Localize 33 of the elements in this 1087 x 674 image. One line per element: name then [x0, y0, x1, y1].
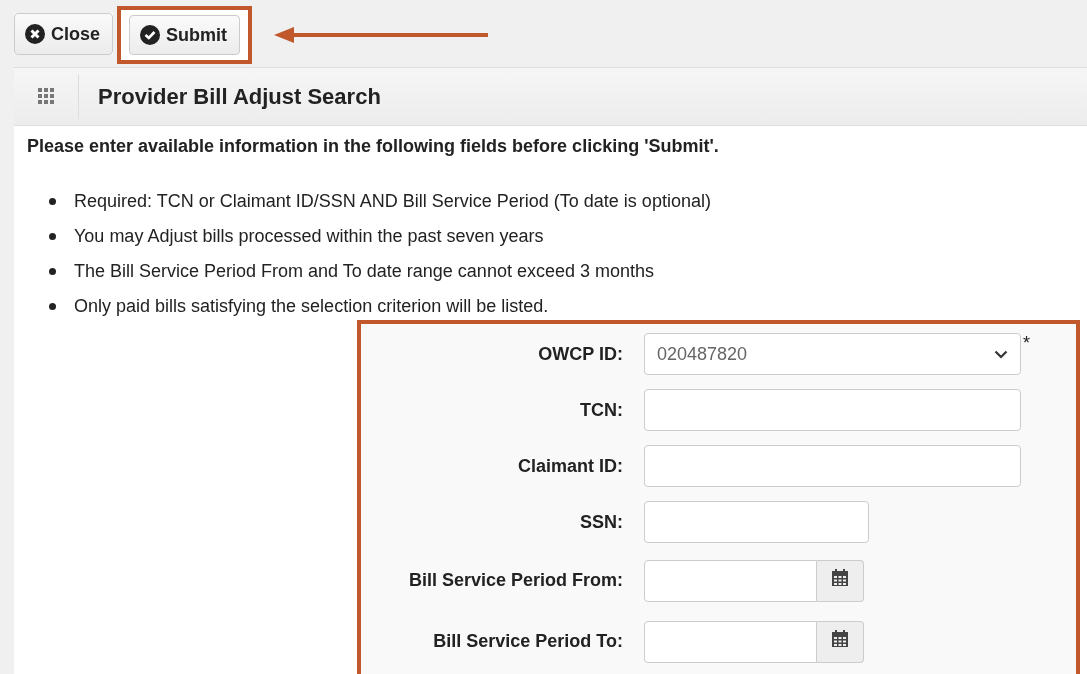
calendar-button[interactable]	[817, 559, 864, 602]
date-field[interactable]	[644, 559, 817, 602]
bullet-dot	[49, 303, 56, 310]
instruction-text: Please enter available information in the following fields before clicking 'Submit'.	[27, 136, 720, 157]
note-text: Required: TCN or Claimant ID/SSN AND Bill Service Period (To date is optional)	[74, 191, 711, 212]
note-text: Only paid bills satisfying the selection criterion will be listed.	[74, 296, 549, 317]
bullet-dot	[49, 198, 56, 205]
required-mark: *	[1023, 333, 1030, 354]
input-field[interactable]	[644, 389, 1021, 431]
submit-button[interactable]: Submit	[129, 15, 241, 55]
close-icon	[25, 24, 45, 44]
field-label: Bill Service Period From:	[407, 570, 623, 591]
calendar-icon	[831, 629, 849, 648]
date-field[interactable]	[644, 620, 817, 663]
close-button[interactable]: Close	[14, 13, 114, 55]
note-text: The Bill Service Period From and To date range cannot exceed 3 months	[74, 261, 654, 282]
calendar-icon	[831, 568, 849, 587]
bullet-dot	[49, 233, 56, 240]
owcp-id-dropdown[interactable]: 020487820	[644, 333, 1021, 375]
field-label: Claimant ID:	[517, 455, 623, 477]
field-label: OWCP ID:	[537, 343, 623, 365]
calendar-button[interactable]	[817, 620, 864, 663]
checkmark-icon	[140, 25, 161, 45]
input-field[interactable]	[644, 445, 1021, 487]
page-title: Provider Bill Adjust Search	[98, 83, 381, 110]
field-label: SSN:	[579, 511, 623, 533]
input-field[interactable]	[644, 501, 869, 543]
field-label: TCN:	[579, 399, 623, 421]
bullet-dot	[49, 268, 56, 275]
note-text: You may Adjust bills processed within the past seven years	[74, 226, 544, 247]
grid-icon[interactable]	[38, 88, 55, 105]
field-label: Bill Service Period To:	[432, 631, 623, 652]
caret-icon	[994, 349, 1008, 359]
